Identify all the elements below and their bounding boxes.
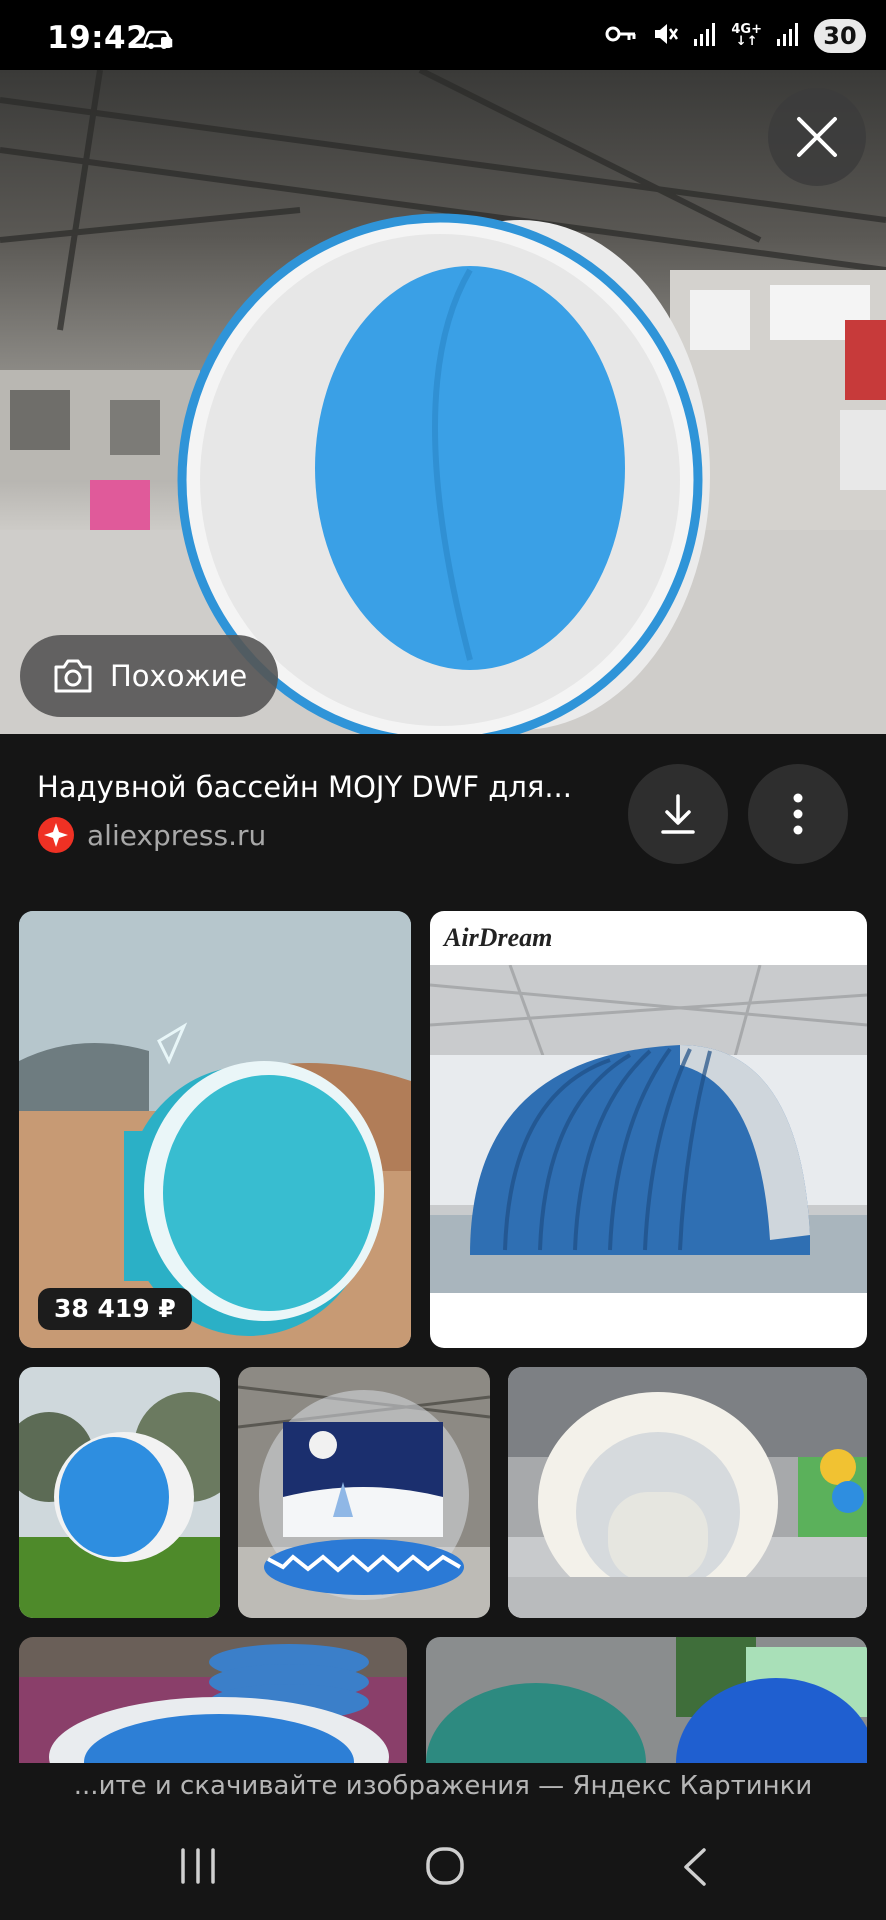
aliexpress-logo-icon bbox=[38, 817, 74, 853]
more-button[interactable] bbox=[748, 764, 848, 864]
status-icons: 4G+ ↓↑ 30 bbox=[605, 18, 866, 54]
recents-button[interactable] bbox=[178, 1848, 218, 1888]
brand-text: AirDream bbox=[444, 923, 553, 952]
similar-button[interactable]: Похожие bbox=[20, 635, 278, 717]
result-tile-pool-on-grass[interactable] bbox=[19, 1367, 220, 1618]
result-tile-bubble-tent[interactable] bbox=[508, 1367, 867, 1618]
signal-icon bbox=[693, 21, 717, 51]
result-tile-airdream-tunnel[interactable]: AirDream bbox=[430, 911, 867, 1348]
battery-level: 30 bbox=[814, 19, 866, 53]
result-tile-teal-pool[interactable] bbox=[19, 911, 411, 1348]
footer-caption: ...ите и скачивайте изображения — Яндекс… bbox=[0, 1764, 886, 1808]
price-badge: 38 419 ₽ bbox=[38, 1288, 192, 1330]
result-tile-green-blue-pools[interactable] bbox=[426, 1637, 867, 1763]
key-icon bbox=[605, 24, 637, 48]
image-title[interactable]: Надувной бассейн MOJY DWF для... bbox=[37, 770, 597, 804]
source-domain: aliexpress.ru bbox=[87, 818, 267, 852]
result-tile-snow-globe[interactable] bbox=[238, 1367, 490, 1618]
status-time: 19:42 bbox=[47, 20, 149, 56]
more-vertical-icon bbox=[793, 793, 803, 835]
signal-icon bbox=[776, 21, 800, 51]
source-link[interactable]: aliexpress.ru bbox=[37, 816, 266, 854]
network-type: 4G+ ↓↑ bbox=[731, 22, 762, 49]
car-icon bbox=[142, 28, 174, 54]
back-button[interactable] bbox=[680, 1846, 710, 1892]
back-icon bbox=[684, 1848, 706, 1886]
camera-lens-icon bbox=[54, 659, 92, 693]
recents-icon bbox=[181, 1848, 215, 1884]
navigation-bar bbox=[0, 1808, 886, 1920]
mute-icon bbox=[651, 20, 679, 52]
download-button[interactable] bbox=[628, 764, 728, 864]
result-tile-stacked-pools[interactable] bbox=[19, 1637, 407, 1763]
similar-label: Похожие bbox=[110, 659, 248, 693]
home-icon bbox=[426, 1847, 464, 1885]
close-icon bbox=[797, 117, 837, 157]
status-bar: 19:42 4G+ ↓↑ 30 bbox=[0, 0, 886, 70]
home-button[interactable] bbox=[425, 1846, 465, 1890]
download-icon bbox=[661, 794, 695, 834]
close-button[interactable] bbox=[768, 88, 866, 186]
